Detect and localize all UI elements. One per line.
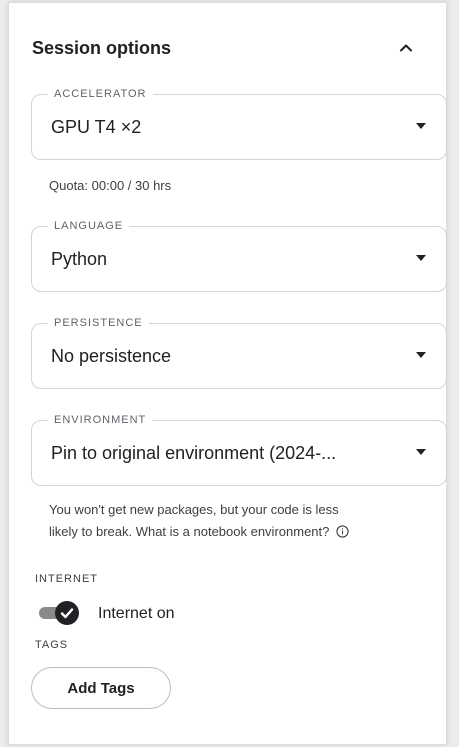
accelerator-value: GPU T4 ×2: [51, 117, 142, 137]
check-icon: [60, 608, 74, 619]
caret-down-icon: [416, 449, 426, 455]
internet-toggle-label: Internet on: [98, 605, 175, 622]
persistence-select[interactable]: PERSISTENCE No persistence: [31, 315, 447, 389]
panel-header[interactable]: Session options: [32, 36, 428, 60]
caret-down-icon: [416, 123, 426, 129]
environment-select[interactable]: ENVIRONMENT Pin to original environment …: [31, 412, 447, 486]
add-tags-button[interactable]: Add Tags: [31, 667, 171, 709]
language-select[interactable]: LANGUAGE Python: [31, 218, 447, 292]
environment-value: Pin to original environment (2024-...: [51, 443, 337, 463]
caret-down-icon: [416, 352, 426, 358]
info-icon[interactable]: [336, 525, 349, 538]
environment-help-text[interactable]: likely to break. What is a notebook envi…: [49, 524, 329, 539]
accelerator-label: ACCELERATOR: [48, 86, 153, 102]
caret-down-icon: [416, 255, 426, 261]
environment-label: ENVIRONMENT: [48, 412, 153, 428]
persistence-value: No persistence: [51, 346, 172, 366]
internet-section-label: INTERNET: [35, 573, 98, 585]
tags-section-label: TAGS: [35, 639, 69, 651]
environment-help-line-1: You won't get new packages, but your cod…: [49, 502, 339, 517]
environment-help-line-2: likely to break. What is a notebook envi…: [49, 521, 349, 543]
persistence-label: PERSISTENCE: [48, 315, 149, 331]
chevron-up-icon[interactable]: [398, 40, 414, 56]
internet-toggle[interactable]: [39, 601, 81, 625]
session-options-panel: Session options ACCELERATOR GPU T4 ×2 Qu…: [8, 2, 447, 745]
language-value: Python: [51, 249, 108, 269]
panel-title: Session options: [32, 38, 172, 58]
toggle-knob: [55, 601, 79, 625]
accelerator-select[interactable]: ACCELERATOR GPU T4 ×2: [31, 86, 447, 160]
accelerator-quota: Quota: 00:00 / 30 hrs: [49, 178, 172, 193]
language-label: LANGUAGE: [48, 218, 130, 234]
